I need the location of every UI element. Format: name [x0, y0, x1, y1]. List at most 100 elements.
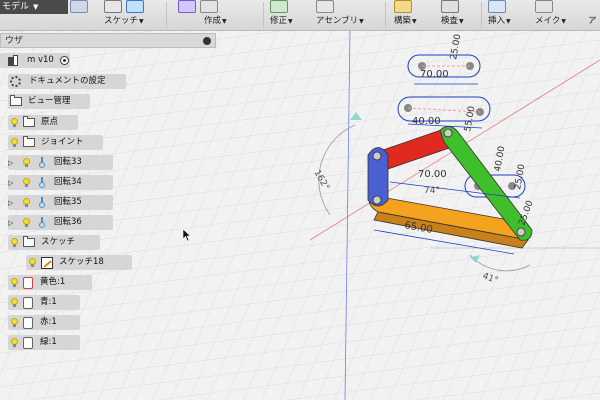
box-icon[interactable] [178, 0, 196, 13]
measure-icon[interactable] [441, 0, 459, 13]
menu-assemble[interactable]: アセンブリ▼ [316, 14, 364, 26]
collapse-icon[interactable] [203, 37, 211, 45]
lightbulb-icon[interactable] [11, 238, 18, 247]
body-green-label: 緑:1 [40, 337, 57, 347]
menu-make[interactable]: メイク▼ [535, 14, 566, 26]
toolbar-group-make: メイク▼ [535, 0, 579, 30]
body-icon [23, 276, 33, 289]
lightbulb-icon[interactable] [11, 278, 18, 287]
browser-item-rev36[interactable]: ▷ 回転36 [8, 214, 113, 231]
lightbulb-icon[interactable] [11, 338, 18, 347]
joints-label: ジョイント [41, 137, 84, 147]
browser-item-rev33[interactable]: ▷ 回転33 [8, 154, 113, 171]
browser-item-rev34[interactable]: ▷ 回転34 [8, 174, 113, 191]
doc-settings-label: ドキュメントの設定 [29, 76, 106, 86]
folder-icon [23, 136, 35, 147]
rev36-label: 回転36 [54, 217, 82, 227]
browser-item-named-views[interactable]: ビュー管理 [8, 93, 90, 110]
expand-arrow-icon[interactable]: ▷ [8, 219, 14, 227]
browser-item-sketch18[interactable]: スケッチ18 [26, 254, 132, 271]
dropdown-caret-icon: ▼ [359, 18, 364, 25]
menu-inspect[interactable]: 検査▼ [441, 14, 464, 26]
browser-item-body-yellow[interactable]: 黄色:1 [8, 274, 92, 291]
lightbulb-icon[interactable] [23, 198, 30, 207]
toolbar-group-addins: ア [588, 0, 600, 30]
undo-icon[interactable] [70, 0, 88, 13]
browser-item-origin[interactable]: 原点 [8, 114, 78, 131]
revolute-joint-icon [39, 156, 46, 169]
menu-create[interactable]: 作成▼ [204, 14, 227, 26]
menu-inspect-label: 検査 [441, 16, 459, 26]
browser-item-sketches[interactable]: スケッチ [8, 234, 100, 251]
browser-item-body-green[interactable]: 緑:1 [8, 334, 80, 351]
dim-text-1[interactable]: 70.00 [420, 69, 449, 80]
named-views-label: ビュー管理 [28, 96, 71, 106]
body-blue-label: 青:1 [40, 297, 57, 307]
new-component-icon[interactable] [316, 0, 334, 13]
browser-item-joints[interactable]: ジョイント [8, 134, 103, 151]
menu-insert-label: 挿入 [488, 16, 506, 26]
dropdown-caret-icon: ▼ [412, 18, 417, 25]
3d-print-icon[interactable] [535, 0, 553, 13]
line-icon[interactable] [126, 0, 144, 13]
folder-icon [23, 236, 35, 247]
expand-arrow-icon[interactable]: ▷ [8, 199, 14, 207]
create-sketch-icon[interactable] [104, 0, 122, 13]
workspace-label: モデル [2, 2, 30, 12]
toolbar-group-assemble: アセンブリ▼ [316, 0, 386, 30]
workspace-switcher[interactable]: モデル ▼ [0, 0, 68, 14]
activate-target-icon[interactable] [59, 56, 69, 65]
dropdown-caret-icon: ▼ [222, 18, 227, 25]
body-red-label: 赤:1 [40, 317, 57, 327]
lightbulb-icon[interactable] [29, 258, 36, 267]
menu-construct[interactable]: 構築▼ [394, 14, 417, 26]
toolbar-group-create: 作成▼ [178, 0, 238, 30]
menu-insert[interactable]: 挿入▼ [488, 14, 511, 26]
expand-arrow-icon[interactable]: ▷ [8, 179, 14, 187]
folder-icon [10, 95, 22, 106]
expand-arrow-icon[interactable]: ▷ [8, 159, 14, 167]
browser-item-body-blue[interactable]: 青:1 [8, 294, 80, 311]
lightbulb-icon[interactable] [11, 118, 18, 127]
component-icon [8, 54, 19, 67]
dim-text-3[interactable]: 70.00 [418, 169, 447, 180]
toolbar-group-modify: 修正▼ [270, 0, 310, 30]
toolbar-separator [385, 2, 386, 28]
browser-panel: ウザ m v10 ドキュメントの設定 ビュー管理 原点 ジョイント ▷ 回転33 … [0, 31, 220, 366]
sketch-icon [41, 256, 53, 269]
dim-text-2[interactable]: 40.00 [412, 116, 441, 127]
toolbar-separator [481, 2, 482, 28]
menu-modify[interactable]: 修正▼ [270, 14, 293, 26]
menu-assemble-label: アセンブリ [316, 16, 359, 26]
dropdown-caret-icon: ▼ [139, 18, 144, 25]
browser-header: ウザ [0, 33, 216, 48]
lightbulb-icon[interactable] [11, 138, 18, 147]
sketches-label: スケッチ [41, 237, 76, 247]
folder-icon [23, 116, 35, 127]
offset-plane-icon[interactable] [394, 0, 412, 13]
menu-construct-label: 構築 [394, 16, 412, 26]
browser-item-rev35[interactable]: ▷ 回転35 [8, 194, 113, 211]
menu-make-label: メイク [535, 16, 561, 26]
dropdown-caret-icon: ▼ [459, 18, 464, 25]
menu-addins-label: ア [588, 16, 597, 26]
browser-root-component[interactable]: m v10 [0, 52, 70, 69]
press-pull-icon[interactable] [270, 0, 288, 13]
rev34-label: 回転34 [54, 177, 82, 187]
browser-item-doc-settings[interactable]: ドキュメントの設定 [8, 73, 126, 90]
menu-sketch-label: スケッチ [104, 16, 139, 26]
menu-addins[interactable]: ア [588, 14, 597, 26]
browser-item-body-red[interactable]: 赤:1 [8, 314, 80, 331]
lightbulb-icon[interactable] [11, 318, 18, 327]
root-component-label: m v10 [27, 55, 54, 65]
lightbulb-icon[interactable] [23, 178, 30, 187]
mouse-cursor-icon [182, 228, 192, 242]
lightbulb-icon[interactable] [23, 158, 30, 167]
dim-text-10[interactable]: 74° [424, 186, 440, 196]
toolbar-group-insert: 挿入▼ [488, 0, 522, 30]
insert-icon[interactable] [488, 0, 506, 13]
menu-sketch[interactable]: スケッチ▼ [104, 14, 144, 26]
lightbulb-icon[interactable] [23, 218, 30, 227]
extrude-icon[interactable] [200, 0, 218, 13]
lightbulb-icon[interactable] [11, 298, 18, 307]
